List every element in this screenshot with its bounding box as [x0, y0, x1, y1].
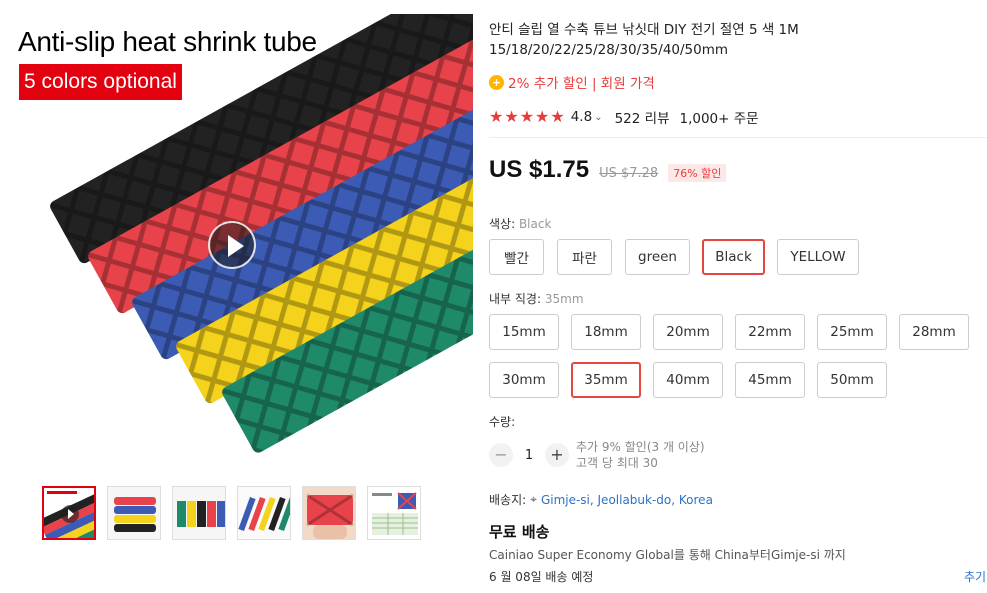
thumbnail-3[interactable]	[172, 486, 226, 540]
color-option-black[interactable]: Black	[702, 239, 765, 275]
size-label-text: 내부 직경:	[489, 292, 542, 306]
size-option-22mm[interactable]: 22mm	[735, 314, 805, 350]
coin-icon: +	[489, 74, 504, 90]
product-title: 안티 슬립 열 수축 튜브 낚싯대 DIY 전기 절연 5 색 1M 15/18…	[489, 22, 799, 58]
star-rating: ★ ★ ★ ★ ★	[489, 109, 565, 125]
product-info: 안티 슬립 열 수축 튜브 낚싯대 DIY 전기 절연 5 색 1M 15/18…	[489, 20, 987, 127]
thumbnail-image	[173, 487, 225, 539]
size-label: 내부 직경: 35mm	[489, 290, 584, 307]
size-selected-text: 35mm	[544, 292, 584, 306]
size-option-18mm[interactable]: 18mm	[571, 314, 641, 350]
original-price: US $7.28	[599, 166, 659, 181]
thumbnail-4[interactable]	[237, 486, 291, 540]
more-shipping-link[interactable]: 추기	[964, 568, 986, 585]
promo-title: Anti-slip heat shrink tube	[18, 26, 317, 57]
color-option-blue[interactable]: 파란	[557, 239, 612, 275]
divider	[489, 137, 987, 138]
current-price: US $1.75	[489, 156, 590, 183]
color-option-green[interactable]: green	[625, 239, 690, 275]
ship-to-label: 배송지:	[489, 493, 527, 507]
main-product-image[interactable]: Anti-slip heat shrink tube 5 colors opti…	[8, 14, 473, 476]
star-icon: ★	[489, 107, 504, 126]
star-icon: ★	[504, 107, 519, 126]
rating-value[interactable]: 4.8	[571, 109, 592, 125]
promo-badge: 5 colors optional	[19, 64, 182, 100]
color-option-red[interactable]: 빨간	[489, 239, 544, 275]
thumbnail-2[interactable]	[107, 486, 161, 540]
thumbnail-image	[108, 487, 160, 539]
promo-text: 2% 추가 할인 | 회원 가격	[508, 76, 655, 92]
rating-row: ★ ★ ★ ★ ★ 4.8 ⌄ 522 리뷰 1,000+ 주문	[489, 107, 987, 128]
thumbnail-image	[303, 487, 355, 539]
star-icon: ★	[550, 107, 565, 126]
color-label-text: 색상:	[489, 217, 516, 231]
quantity-stepper: − 1 +	[489, 443, 569, 467]
thumbnail-5[interactable]	[302, 486, 356, 540]
color-selected-text: Black	[518, 217, 552, 231]
shipping-method-text: Cainiao Super Economy Global를 통해 China부터…	[489, 548, 846, 562]
size-option-15mm[interactable]: 15mm	[489, 314, 559, 350]
quantity-label: 수량:	[489, 415, 516, 429]
delivery-date-text: 6 월 08일 배송 예정	[489, 570, 594, 584]
quantity-note: 추가 9% 할인(3 개 이상) 고객 당 최대 30	[576, 439, 705, 471]
size-option-20mm[interactable]: 20mm	[653, 314, 723, 350]
size-option-30mm[interactable]: 30mm	[489, 362, 559, 398]
size-option-50mm[interactable]: 50mm	[817, 362, 887, 398]
order-count: 1,000+ 주문	[679, 111, 759, 127]
size-option-45mm[interactable]: 45mm	[735, 362, 805, 398]
price-row: US $1.75 US $7.28 76% 할인	[489, 156, 727, 184]
bulk-discount-note: 추가 9% 할인(3 개 이상)	[576, 440, 705, 454]
decrease-quantity-button[interactable]: −	[489, 443, 513, 467]
ship-to-row: 배송지: ⌖ Gimje-si, Jeollabuk-do, Korea	[489, 491, 713, 508]
chevron-down-icon[interactable]: ⌄	[594, 112, 602, 123]
size-option-28mm[interactable]: 28mm	[899, 314, 969, 350]
purchase-limit-note: 고객 당 최대 30	[576, 456, 658, 470]
increase-quantity-button[interactable]: +	[545, 443, 569, 467]
thumbnail-image	[238, 487, 290, 539]
thumbnail-6[interactable]	[367, 486, 421, 540]
play-icon	[61, 505, 79, 523]
thumbnail-strip	[42, 486, 421, 540]
color-option-yellow[interactable]: YELLOW	[777, 239, 859, 275]
review-count[interactable]: 522 리뷰	[615, 107, 670, 127]
location-pin-icon: ⌖	[530, 492, 537, 506]
size-option-40mm[interactable]: 40mm	[653, 362, 723, 398]
star-icon: ★	[535, 107, 550, 126]
star-icon: ★	[519, 107, 535, 126]
size-option-25mm[interactable]: 25mm	[817, 314, 887, 350]
member-promo[interactable]: + 2% 추가 할인 | 회원 가격	[489, 72, 987, 92]
free-shipping-heading: 무료 배송	[489, 523, 550, 541]
thumbnail-video[interactable]	[42, 486, 96, 540]
size-option-35mm[interactable]: 35mm	[571, 362, 641, 398]
thumbnail-image	[368, 487, 420, 539]
play-video-icon[interactable]	[208, 221, 256, 269]
discount-badge: 76% 할인	[668, 164, 727, 182]
color-label: 색상: Black	[489, 215, 551, 232]
quantity-value[interactable]: 1	[513, 448, 545, 463]
ship-to-location-link[interactable]: Gimje-si, Jeollabuk-do, Korea	[541, 493, 713, 507]
